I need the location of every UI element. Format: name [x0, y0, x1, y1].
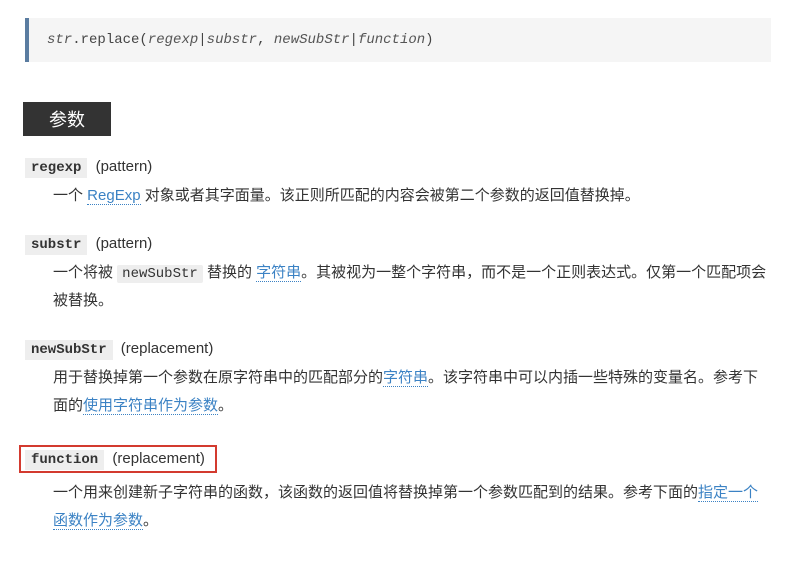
param-desc: 一个将被 newSubStr 替换的 字符串。其被视为一整个字符串，而不是一个正…	[53, 259, 771, 316]
desc-text: 替换的	[203, 264, 256, 281]
syntax-object: str	[47, 32, 72, 48]
syntax-close: )	[425, 32, 433, 48]
desc-text: 一个	[53, 187, 87, 204]
param-role: (pattern)	[96, 235, 153, 252]
param-function: function (replacement) 一个用来创建新子字符串的函数，该函…	[25, 445, 771, 536]
section-header-params: 参数	[23, 102, 111, 136]
param-head: function (replacement)	[25, 445, 771, 473]
param-regexp: regexp (pattern) 一个 RegExp 对象或者其字面量。该正则所…	[25, 158, 771, 211]
link-string[interactable]: 字符串	[256, 264, 301, 282]
desc-text: 。	[143, 512, 158, 529]
syntax-arg-regexp: regexp	[148, 32, 198, 48]
syntax-arg-substr: substr	[207, 32, 257, 48]
syntax-sep: |	[198, 32, 206, 48]
desc-text: 。	[218, 397, 233, 414]
link-string-as-param[interactable]: 使用字符串作为参数	[83, 397, 218, 415]
param-name: substr	[25, 235, 87, 255]
param-role: (replacement)	[112, 450, 205, 467]
desc-text: 用于替换掉第一个参数在原字符串中的匹配部分的	[53, 369, 383, 386]
doc-page: str.replace(regexp|substr, newSubStr|fun…	[0, 0, 796, 581]
param-name: newSubStr	[25, 340, 113, 360]
link-regexp[interactable]: RegExp	[87, 187, 140, 205]
inline-code-newsubstr: newSubStr	[117, 265, 203, 283]
param-desc: 一个 RegExp 对象或者其字面量。该正则所匹配的内容会被第二个参数的返回值替…	[53, 182, 771, 211]
desc-text: 一个用来创建新子字符串的函数，该函数的返回值将替换掉第一个参数匹配到的结果。参考…	[53, 484, 698, 501]
link-string[interactable]: 字符串	[383, 369, 428, 387]
param-list: regexp (pattern) 一个 RegExp 对象或者其字面量。该正则所…	[25, 158, 771, 536]
param-substr: substr (pattern) 一个将被 newSubStr 替换的 字符串。…	[25, 235, 771, 316]
param-role: (pattern)	[96, 158, 153, 175]
param-newsubstr: newSubStr (replacement) 用于替换掉第一个参数在原字符串中…	[25, 340, 771, 421]
param-name: function	[25, 450, 104, 470]
syntax-comma: ,	[257, 32, 274, 48]
param-role: (replacement)	[121, 340, 214, 357]
highlight-box: function (replacement)	[19, 445, 217, 473]
param-desc: 用于替换掉第一个参数在原字符串中的匹配部分的字符串。该字符串中可以内插一些特殊的…	[53, 364, 771, 421]
syntax-block: str.replace(regexp|substr, newSubStr|fun…	[25, 18, 771, 62]
param-head: regexp (pattern)	[25, 158, 771, 176]
desc-text: 一个将被	[53, 264, 117, 281]
param-head: newSubStr (replacement)	[25, 340, 771, 358]
desc-text: 对象或者其字面量。该正则所匹配的内容会被第二个参数的返回值替换掉。	[141, 187, 640, 204]
param-head: substr (pattern)	[25, 235, 771, 253]
syntax-method: .replace(	[72, 32, 148, 48]
syntax-arg-function: function	[358, 32, 425, 48]
syntax-arg-newsubstr: newSubStr	[274, 32, 350, 48]
syntax-sep: |	[350, 32, 358, 48]
param-name: regexp	[25, 158, 87, 178]
param-desc: 一个用来创建新子字符串的函数，该函数的返回值将替换掉第一个参数匹配到的结果。参考…	[53, 479, 771, 536]
